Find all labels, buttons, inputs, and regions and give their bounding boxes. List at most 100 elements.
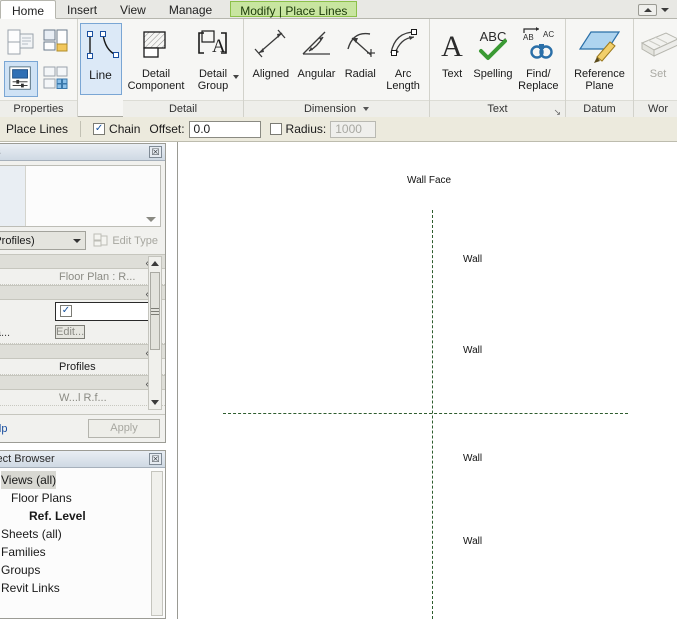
properties-palette-title-bar[interactable]: es ☒ [0,144,165,161]
chain-checkbox[interactable]: ✓ [93,123,106,135]
chevron-down-icon[interactable] [661,8,669,12]
offset-input[interactable]: 0.0 [188,120,261,138]
radial-icon-wrap [340,24,380,66]
property-group-identity-data[interactable]: Data « [0,344,165,359]
edit-visibility-graphics-button[interactable]: Edit... [55,325,86,339]
tree-node-ref-level[interactable]: Ref. Level [0,507,165,525]
table-row[interactable]: Plane Floor Plan : R... [0,269,165,285]
project-browser-title-bar[interactable]: Project Browser ☒ [0,451,165,468]
properties-icon-grid [4,24,73,97]
arc-length-dimension-button[interactable]: Arc Length [381,22,425,92]
table-row[interactable]: ty/Gra... Edit... [0,322,165,344]
table-row[interactable]: ✓ [0,300,165,322]
ribbon-tab-insert[interactable]: Insert [56,0,109,18]
property-key: ty/Gra... [0,326,11,339]
project-browser-palette: Project Browser ☒ Views (all) Floor Plan… [0,450,166,619]
canvas-label-wall-1[interactable]: Wall [463,254,482,265]
aligned-dimension-button[interactable]: Aligned [248,22,294,80]
family-category-button[interactable] [4,61,38,97]
find-replace-button[interactable]: AB AC Find/ Replace [516,22,561,92]
type-preview-thumbnail [0,166,26,226]
dimension-panel-dropdown-icon[interactable] [363,107,370,112]
tree-node-views-all[interactable]: Views (all) [0,471,165,489]
visibility-checkbox[interactable]: ✓ [60,305,72,317]
ribbon-panel-caption-dimension[interactable]: Dimension [244,100,429,117]
project-browser-title: Project Browser [0,453,55,465]
property-group-graphics[interactable]: s « [0,285,165,300]
reference-plane-label-2: Plane [585,80,614,92]
ribbon-tab-view[interactable]: View [109,0,158,18]
angular-dimension-button[interactable]: Angular [294,22,340,80]
table-row[interactable]: W...l R.f... [0,390,165,406]
chevron-down-icon[interactable] [146,217,156,222]
project-browser-scrollbar[interactable] [151,471,163,616]
properties-button[interactable] [4,24,38,60]
tree-node-sheets-all[interactable]: Sheets (all) [0,525,165,543]
radius-input[interactable]: 1000 [330,120,377,138]
family-types-button[interactable] [39,61,73,97]
spelling-icon-wrap: ABC [473,24,513,66]
tree-node-groups[interactable]: Groups [0,561,165,579]
reference-plane-button[interactable]: Reference Plane [570,22,629,92]
tree-node-groups-label: Groups [1,563,41,577]
properties-help-link[interactable]: es help [0,423,7,435]
radial-label: Radial [344,68,376,80]
line-button[interactable]: Line [79,23,122,95]
ribbon-panel-caption-detail: Detail [123,100,243,117]
drawing-canvas[interactable]: Wall Face Wall Wall Wall Wall [177,142,677,619]
tree-node-families[interactable]: Families [0,543,165,561]
ribbon-panel-dimension: Aligned Angular Radial Arc Length Dimens… [244,19,430,117]
type-properties-icon [43,29,68,52]
canvas-label-wall-3[interactable]: Wall [463,453,482,464]
options-bar: Place Lines ✓ Chain Offset: 0.0 Radius: … [0,117,677,142]
ribbon-panel-detail: Detail Component A Detail Group Detail [123,19,244,117]
properties-palette-title: es [0,146,1,158]
properties-scrollbar[interactable] [148,256,162,410]
ribbon-tab-manage-label: Manage [168,3,213,17]
close-icon[interactable]: ☒ [149,146,162,158]
property-group-constraints[interactable]: ints « [0,254,165,269]
spelling-label: Spelling [473,68,513,80]
detail-group-button[interactable]: A Detail Group [187,22,239,92]
tree-node-revit-links[interactable]: Revit Links [0,579,165,597]
visibility-checkbox-cell[interactable]: ✓ [55,301,151,321]
edit-type-button[interactable]: Edit Type [90,233,161,248]
offset-option: Offset: 0.0 [149,120,261,138]
ribbon-tab-manage[interactable]: Manage [158,0,224,18]
radius-option[interactable]: Radius: 1000 [269,120,377,138]
scroll-down-icon[interactable] [149,396,161,409]
scroll-up-icon[interactable] [149,257,161,270]
options-bar-separator [80,121,82,137]
ribbon-panel-datum: Reference Plane Datum [566,19,634,117]
tree-node-floor-plans[interactable]: Floor Plans [0,489,165,507]
type-selector-combobox[interactable]: es (Profiles) [0,231,87,250]
spelling-button[interactable]: ABC Spelling [470,22,515,80]
set-work-plane-button[interactable]: Set [636,22,677,80]
text-button[interactable]: A Text [434,22,470,80]
ribbon-tab-strip: Home Insert View Manage Modify | Place L… [0,0,677,19]
detail-component-button[interactable]: Detail Component [127,22,185,92]
ribbon-tab-modify-place-lines[interactable]: Modify | Place Lines [230,1,358,18]
chain-option[interactable]: ✓ Chain [93,122,140,136]
ribbon-minimize-control[interactable] [638,2,677,18]
radius-checkbox[interactable] [269,123,282,135]
ribbon-tab-home[interactable]: Home [0,0,57,19]
close-icon[interactable]: ☒ [149,453,162,465]
reference-plane-vertical[interactable] [432,210,433,619]
scrollbar-thumb[interactable] [150,272,160,350]
detail-group-label-1: Detail [198,68,228,80]
type-properties-button[interactable] [39,24,73,60]
canvas-label-wall-4[interactable]: Wall [463,536,482,547]
reference-plane-horizontal[interactable] [223,413,628,414]
properties-panel-body [0,19,77,100]
table-row[interactable]: egory Profiles [0,359,165,375]
canvas-label-wall-face[interactable]: Wall Face [407,175,451,186]
ribbon-minimize-button[interactable] [638,4,657,16]
detail-group-dropdown-icon[interactable] [233,75,239,79]
property-group-other[interactable]: « [0,375,165,390]
canvas-label-wall-2[interactable]: Wall [463,345,482,356]
apply-button[interactable]: Apply [88,419,160,438]
radial-dimension-button[interactable]: Radial [339,22,381,80]
svg-text:A: A [212,36,226,57]
chevron-down-icon[interactable] [73,238,82,243]
